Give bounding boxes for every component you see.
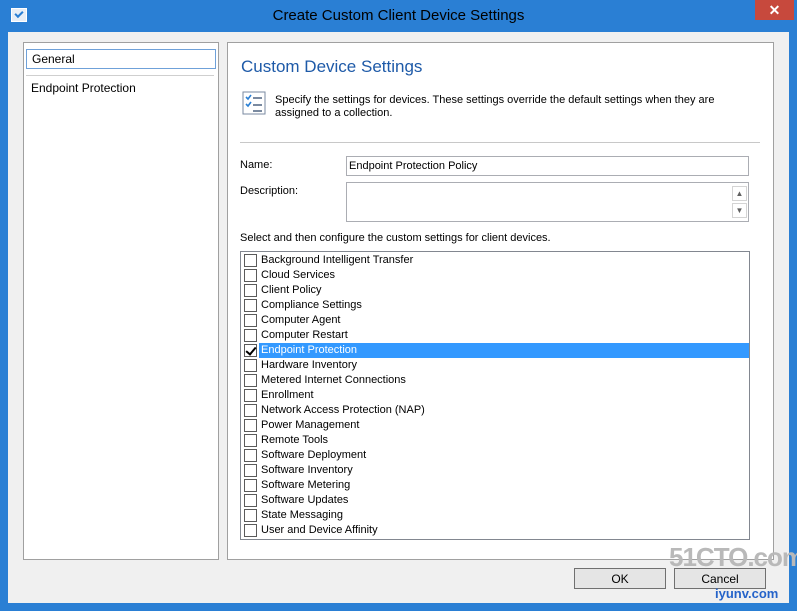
list-item[interactable]: Computer Agent xyxy=(241,313,749,328)
checkbox[interactable] xyxy=(244,524,257,537)
settings-list-icon xyxy=(242,91,266,115)
list-item[interactable]: Computer Restart xyxy=(241,328,749,343)
list-item[interactable]: Software Inventory xyxy=(241,463,749,478)
watermark: 51CTO.com iyunv.com xyxy=(659,542,797,602)
scroll-down-icon[interactable]: ▼ xyxy=(732,203,747,218)
dialog-client-area: General Endpoint Protection Custom Devic… xyxy=(8,32,797,603)
description-textarea[interactable]: ▲ ▼ xyxy=(346,182,749,222)
sidebar-divider xyxy=(26,75,214,76)
checkbox[interactable] xyxy=(244,329,257,342)
checkbox[interactable] xyxy=(244,269,257,282)
checkbox-checked[interactable] xyxy=(244,344,257,357)
description-label: Description: xyxy=(240,185,299,197)
ok-button[interactable]: OK xyxy=(574,568,666,589)
list-item[interactable]: Software Metering xyxy=(241,478,749,493)
settings-panel: Custom Device Settings Specify the setti… xyxy=(227,42,774,560)
checkbox[interactable] xyxy=(244,314,257,327)
page-title: Custom Device Settings xyxy=(241,57,423,76)
list-item-endpoint-protection[interactable]: Endpoint Protection xyxy=(241,343,749,358)
settings-checklist: Background Intelligent Transfer Cloud Se… xyxy=(240,251,750,540)
checkbox[interactable] xyxy=(244,494,257,507)
checkbox[interactable] xyxy=(244,359,257,372)
watermark-site: iyunv.com xyxy=(715,586,779,601)
intro-text: Specify the settings for devices. These … xyxy=(275,94,715,119)
checkbox[interactable] xyxy=(244,509,257,522)
list-item[interactable]: Power Management xyxy=(241,418,749,433)
sidebar-item-general[interactable]: General xyxy=(26,49,216,69)
list-item[interactable]: Software Updates xyxy=(241,493,749,508)
list-item[interactable]: Network Access Protection (NAP) xyxy=(241,403,749,418)
sidebar: General Endpoint Protection xyxy=(23,42,219,560)
checkbox[interactable] xyxy=(244,284,257,297)
list-item[interactable]: Client Policy xyxy=(241,283,749,298)
description-scrollbar[interactable]: ▲ ▼ xyxy=(731,183,748,221)
settings-list-label: Select and then configure the custom set… xyxy=(240,232,551,244)
scroll-up-icon[interactable]: ▲ xyxy=(732,186,747,201)
sidebar-item-endpoint-protection[interactable]: Endpoint Protection xyxy=(26,78,216,98)
list-item[interactable]: Enrollment xyxy=(241,388,749,403)
watermark-text: 51CTO.com xyxy=(669,542,797,572)
checkbox[interactable] xyxy=(244,389,257,402)
checkbox[interactable] xyxy=(244,374,257,387)
list-item[interactable]: State Messaging xyxy=(241,508,749,523)
list-item[interactable]: Software Deployment xyxy=(241,448,749,463)
list-item[interactable]: Cloud Services xyxy=(241,268,749,283)
title-bar: Create Custom Client Device Settings ✕ xyxy=(0,0,797,32)
checkbox[interactable] xyxy=(244,299,257,312)
checkbox[interactable] xyxy=(244,404,257,417)
name-label: Name: xyxy=(240,159,273,171)
checkbox[interactable] xyxy=(244,449,257,462)
list-item[interactable]: Background Intelligent Transfer xyxy=(241,253,749,268)
checkbox[interactable] xyxy=(244,479,257,492)
close-button[interactable]: ✕ xyxy=(755,0,794,20)
list-item[interactable]: Remote Tools xyxy=(241,433,749,448)
checkbox[interactable] xyxy=(244,434,257,447)
checkbox[interactable] xyxy=(244,464,257,477)
list-item[interactable]: Hardware Inventory xyxy=(241,358,749,373)
window-title: Create Custom Client Device Settings xyxy=(272,7,525,24)
list-item[interactable]: Metered Internet Connections xyxy=(241,373,749,388)
section-divider xyxy=(240,142,760,143)
name-input[interactable] xyxy=(346,156,749,176)
list-item[interactable]: User and Device Affinity xyxy=(241,523,749,538)
checkbox[interactable] xyxy=(244,419,257,432)
list-item[interactable]: Compliance Settings xyxy=(241,298,749,313)
checkbox[interactable] xyxy=(244,254,257,267)
